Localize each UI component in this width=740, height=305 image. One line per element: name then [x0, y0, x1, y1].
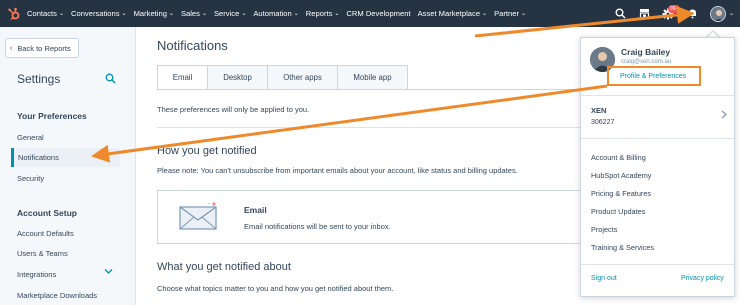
chevron-left-icon: ‹ — [10, 44, 13, 52]
chevron-down-icon: ⌄ — [168, 11, 174, 17]
hubspot-logo-icon[interactable] — [0, 0, 27, 27]
divider — [581, 95, 734, 96]
tab-other-apps[interactable]: Other apps — [267, 65, 337, 90]
nav-item-sales[interactable]: Sales ⌄ — [181, 9, 207, 18]
top-navigation-bar: Contacts ⌄ Conversations ⌄ Marketing ⌄ Sale… — [0, 0, 740, 27]
chevron-down-icon: ⌄ — [334, 11, 340, 17]
nav-item-label: Reports — [305, 9, 333, 18]
nav-item-asset-marketplace[interactable]: Asset Marketplace ⌄ — [418, 9, 488, 18]
sidebar-item-integrations[interactable]: Integrations — [17, 270, 56, 279]
pricing-features-link[interactable]: Pricing & Features — [591, 189, 651, 198]
sidebar-item-security[interactable]: Security — [17, 174, 44, 183]
account-id: 306227 — [591, 119, 615, 126]
nav-item-reports[interactable]: Reports ⌄ — [306, 9, 340, 18]
notification-badge: 99+ — [668, 5, 681, 13]
back-button-label: Back to Reports — [17, 43, 71, 53]
chevron-down-icon: ⌄ — [201, 11, 207, 17]
chevron-down-icon: ⌄ — [482, 11, 488, 17]
sign-out-link[interactable]: Sign out — [591, 275, 617, 282]
nav-item-automation[interactable]: Automation ⌄ — [253, 9, 298, 18]
profile-dropdown: Craig Bailey craig@xen.com.au Profile & … — [580, 37, 735, 297]
tab-desktop[interactable]: Desktop — [207, 65, 267, 90]
what-notified-heading: What you get notified about — [157, 261, 291, 273]
preferences-note: These preferences will only be applied t… — [157, 105, 310, 114]
nav-item-label: Contacts — [27, 9, 57, 18]
back-to-reports-button[interactable]: ‹ Back to Reports — [5, 38, 79, 58]
envelope-icon — [178, 201, 218, 233]
chevron-down-icon: ⌄ — [121, 11, 127, 17]
chevron-down-icon: ⌄ — [58, 11, 64, 17]
nav-item-label: Sales — [180, 9, 200, 18]
nav-item-label: Automation — [253, 9, 292, 18]
privacy-policy-link[interactable]: Privacy policy — [681, 275, 724, 282]
chevron-right-icon[interactable] — [721, 110, 727, 121]
nav-item-label: Marketing — [133, 9, 167, 18]
tabs-divider — [157, 89, 597, 90]
account-name[interactable]: XEN — [591, 106, 606, 115]
avatar — [709, 5, 726, 22]
chevron-down-icon: ⌄ — [241, 11, 247, 17]
chevron-down-icon: ⌄ — [293, 11, 299, 17]
nav-item-label: Conversations — [71, 9, 120, 18]
bell-icon[interactable] — [680, 0, 704, 27]
profile-preferences-link[interactable]: Profile & Preferences — [607, 66, 701, 86]
chevron-down-icon: ⌄ — [728, 11, 735, 17]
marketplace-icon[interactable] — [632, 0, 656, 27]
email-channel-card[interactable]: Email Email notifications will be sent t… — [157, 190, 597, 244]
user-email: craig@xen.com.au — [621, 59, 672, 65]
hubspot-academy-link[interactable]: HubSpot Academy — [591, 171, 651, 180]
how-notified-heading: How you get notified — [157, 145, 257, 157]
search-icon[interactable] — [608, 0, 632, 27]
divider — [581, 138, 734, 139]
search-icon[interactable] — [105, 73, 116, 86]
tab-email[interactable]: Email — [157, 65, 207, 90]
training-services-link[interactable]: Training & Services — [591, 243, 654, 252]
account-setup-heading: Account Setup — [17, 208, 77, 218]
what-notified-note: Choose what topics matter to you and how… — [157, 284, 394, 293]
sidebar-item-marketplace-downloads[interactable]: Marketplace Downloads — [17, 291, 97, 300]
projects-link[interactable]: Projects — [591, 225, 617, 234]
divider — [157, 127, 597, 128]
divider — [581, 264, 734, 265]
nav-item-label: Asset Marketplace — [417, 9, 481, 18]
sidebar-item-general[interactable]: General — [17, 133, 44, 142]
chevron-down-icon[interactable] — [104, 268, 113, 277]
your-preferences-heading: Your Preferences — [17, 111, 87, 121]
nav-item-crm-development[interactable]: CRM Development — [346, 9, 410, 18]
tab-mobile-app[interactable]: Mobile app — [337, 65, 408, 90]
nav-item-partner[interactable]: Partner ⌄ — [494, 9, 526, 18]
product-updates-link[interactable]: Product Updates — [591, 207, 645, 216]
settings-title: Settings — [17, 72, 61, 86]
page-title: Notifications — [157, 38, 228, 53]
settings-sidebar: ‹ Back to Reports Settings Your Preferen… — [0, 27, 136, 305]
nav-item-label: Partner — [494, 9, 519, 18]
notification-tabs: Email Desktop Other apps Mobile app — [157, 65, 408, 90]
sidebar-item-notifications[interactable]: Notifications — [11, 148, 120, 167]
nav-item-service[interactable]: Service ⌄ — [214, 9, 246, 18]
nav-item-label: CRM Development — [346, 9, 411, 18]
account-billing-link[interactable]: Account & Billing — [591, 153, 646, 162]
email-card-title: Email — [244, 205, 267, 215]
sidebar-item-account-defaults[interactable]: Account Defaults — [17, 229, 74, 238]
nav-menu: Contacts ⌄ Conversations ⌄ Marketing ⌄ Sale… — [27, 9, 533, 18]
nav-item-label: Service — [213, 9, 240, 18]
nav-item-conversations[interactable]: Conversations ⌄ — [71, 9, 127, 18]
nav-item-marketing[interactable]: Marketing ⌄ — [134, 9, 174, 18]
sidebar-item-users-teams[interactable]: Users & Teams — [17, 249, 68, 258]
how-notified-note: Please note: You can't unsubscribe from … — [157, 166, 518, 175]
account-menu-button[interactable]: ⌄ — [704, 0, 740, 27]
email-card-description: Email notifications will be sent to your… — [244, 222, 391, 231]
user-name: Craig Bailey — [621, 47, 671, 57]
nav-item-contacts[interactable]: Contacts ⌄ — [27, 9, 64, 18]
chevron-down-icon: ⌄ — [520, 11, 527, 17]
